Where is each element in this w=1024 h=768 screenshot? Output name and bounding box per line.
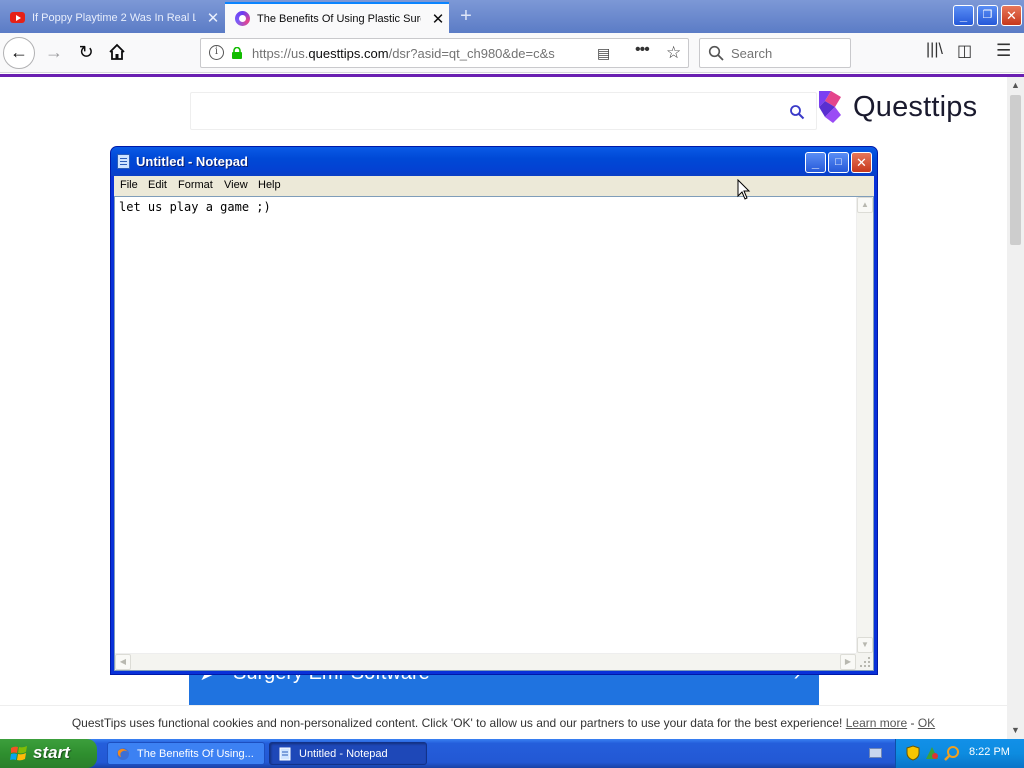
scroll-left-icon[interactable]: ◀ (115, 654, 131, 670)
browser-minimize-button[interactable]: _ (953, 5, 974, 26)
youtube-icon (10, 12, 25, 23)
search-icon[interactable] (789, 104, 805, 120)
minimize-button[interactable]: _ (805, 152, 826, 173)
security-shield-icon[interactable] (906, 745, 920, 761)
menu-edit[interactable]: Edit (148, 179, 167, 191)
site-search-input[interactable] (190, 92, 817, 130)
taskbar-item-firefox[interactable]: The Benefits Of Using... (107, 742, 265, 765)
browser-restore-button[interactable]: ❐ (977, 5, 998, 26)
resize-grip-icon[interactable] (856, 653, 873, 670)
menu-format[interactable]: Format (178, 179, 213, 191)
menu-view[interactable]: View (224, 179, 248, 191)
url-path: /dsr?asid=qt_ch980&de=c&s (388, 46, 555, 61)
notepad-title-bar[interactable]: Untitled - Notepad _ □ ✕ (111, 147, 877, 176)
windows-logo-icon (10, 746, 27, 761)
browser-search-input[interactable]: Search (699, 38, 851, 68)
sidebar-icon[interactable]: ◫ (957, 41, 972, 61)
taskbar-item-notepad[interactable]: Untitled - Notepad (269, 742, 427, 765)
home-icon[interactable] (101, 37, 133, 69)
clock: 8:22 PM (969, 746, 1010, 758)
scrollbar-thumb[interactable] (1010, 95, 1021, 245)
search-icon (708, 45, 724, 61)
back-arrow-icon[interactable]: ← (3, 37, 35, 69)
menu-hamburger-icon[interactable]: ☰ (996, 41, 1011, 61)
taskbar: start The Benefits Of Using... Untitled … (0, 739, 1024, 768)
text-editor-area[interactable]: let us play a game ;) ▲ ▼ ◀ ▶ (114, 196, 874, 671)
start-button[interactable]: start (0, 739, 97, 768)
url-prefix: https://us. (252, 46, 309, 61)
menu-file[interactable]: File (120, 179, 138, 191)
task-label: The Benefits Of Using... (137, 747, 254, 760)
lock-icon (232, 47, 242, 59)
scroll-up-icon[interactable]: ▲ (857, 197, 873, 213)
menu-bar: File Edit Format View Help (114, 176, 874, 196)
search-tray-icon[interactable] (944, 745, 960, 761)
library-icon[interactable]: |||\ (926, 41, 943, 59)
tab-title: If Poppy Playtime 2 Was In Real Life (32, 11, 196, 24)
scroll-up-icon[interactable]: ▲ (1007, 77, 1024, 94)
logo-text: Questtips (853, 90, 978, 123)
scroll-down-icon[interactable]: ▼ (857, 637, 873, 653)
cookie-text: QuestTips uses functional cookies and no… (71, 716, 843, 730)
reader-view-icon[interactable]: ▤ (597, 45, 610, 62)
site-info-icon[interactable]: i (209, 45, 224, 60)
url-bar[interactable]: i https://us.questtips.com/dsr?asid=qt_c… (200, 38, 689, 68)
questtips-icon (235, 11, 250, 26)
mouse-cursor-icon (737, 179, 751, 200)
learn-more-link[interactable]: Learn more (846, 716, 907, 730)
keyboard-language-icon[interactable] (869, 748, 882, 758)
network-icon[interactable] (924, 745, 940, 761)
scroll-down-icon[interactable]: ▼ (1007, 722, 1024, 739)
notepad-icon (279, 747, 291, 760)
notepad-icon (117, 154, 130, 169)
cookie-separator: - (910, 716, 915, 730)
bookmark-star-icon[interactable]: ☆ (666, 43, 681, 63)
window-title: Untitled - Notepad (136, 154, 248, 169)
reload-icon[interactable]: ↻ (70, 37, 102, 69)
forward-arrow-icon[interactable]: → (38, 37, 70, 69)
task-label: Untitled - Notepad (299, 747, 388, 760)
tab-questtips[interactable]: The Benefits Of Using Plastic Surgery EM… (225, 2, 449, 33)
start-label: start (33, 743, 70, 762)
menu-help[interactable]: Help (258, 179, 281, 191)
desktop-screen: If Poppy Playtime 2 Was In Real Life ✕ T… (0, 0, 1024, 768)
tab-close-icon[interactable]: ✕ (206, 9, 220, 27)
questtips-logo-icon (819, 91, 841, 123)
system-tray: 8:22 PM (895, 739, 1024, 768)
tab-close-icon[interactable]: ✕ (431, 10, 445, 28)
editor-content[interactable]: let us play a game ;) (119, 200, 271, 214)
browser-close-button[interactable]: ✕ (1001, 5, 1022, 26)
maximize-button[interactable]: □ (828, 152, 849, 173)
notepad-window[interactable]: Untitled - Notepad _ □ ✕ File Edit Forma… (110, 146, 878, 675)
cookie-consent-bar: QuestTips uses functional cookies and no… (0, 705, 1007, 739)
browser-nav-bar: ← → ↻ i https://us.questtips.com/dsr?asi… (0, 33, 1024, 73)
page-actions-icon[interactable]: ••• (635, 41, 650, 59)
tab-title: The Benefits Of Using Plastic Surgery EM… (257, 12, 421, 25)
page-scrollbar[interactable]: ▲ ▼ (1007, 77, 1024, 739)
cookie-ok-link[interactable]: OK (918, 716, 935, 730)
firefox-icon (117, 747, 129, 760)
tab-poppy-playtime[interactable]: If Poppy Playtime 2 Was In Real Life ✕ (0, 2, 224, 33)
url-domain: questtips.com (308, 46, 389, 61)
search-placeholder: Search (731, 46, 773, 61)
url-text: https://us.questtips.com/dsr?asid=qt_ch9… (252, 46, 562, 61)
browser-tab-strip: If Poppy Playtime 2 Was In Real Life ✕ T… (0, 0, 1024, 33)
new-tab-icon[interactable]: + (454, 5, 478, 29)
questtips-logo[interactable]: Questtips (817, 89, 977, 125)
close-button[interactable]: ✕ (851, 152, 872, 173)
scroll-right-icon[interactable]: ▶ (840, 654, 856, 670)
horizontal-scrollbar[interactable]: ◀ ▶ (115, 653, 856, 670)
vertical-scrollbar[interactable]: ▲ ▼ (856, 197, 873, 653)
